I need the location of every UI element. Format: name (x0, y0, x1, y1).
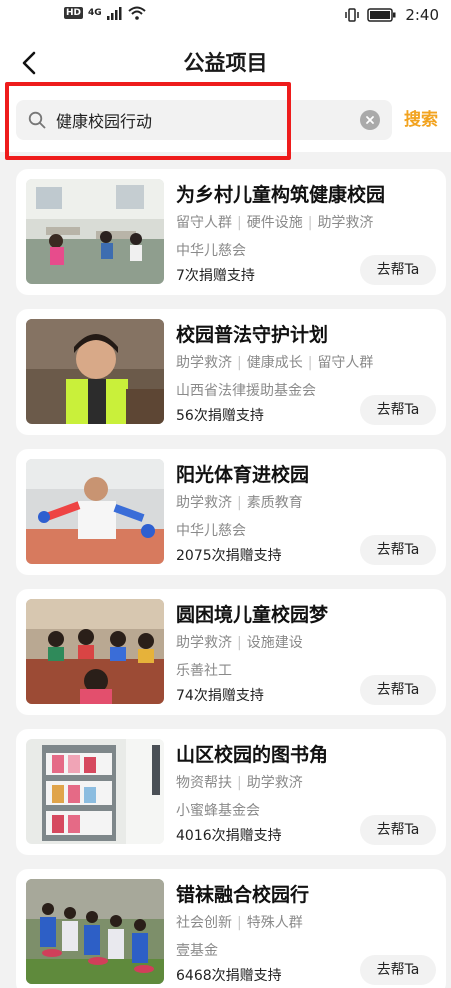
project-card[interactable]: 阳光体育进校园 助学救济 | 素质教育 中华儿慈会 2075次捐赠支持 去帮Ta (16, 449, 446, 575)
project-tags: 社会创新 | 特殊人群 (176, 913, 303, 933)
project-tags: 助学救济 | 健康成长 | 留守人群 (176, 353, 373, 373)
tag: 素质教育 (246, 495, 303, 511)
project-tags: 助学救济 | 素质教育 (176, 493, 303, 513)
project-tags: 助学救济 | 设施建设 (176, 633, 303, 653)
project-image (26, 879, 164, 984)
tag-divider: | (237, 915, 242, 931)
tag: 留守人群 (317, 355, 374, 371)
help-button[interactable]: 去帮Ta (360, 815, 436, 845)
top-area: HD 4G 2:40 公益项目 健康校园行动 搜索 (0, 0, 451, 152)
help-button[interactable]: 去帮Ta (360, 395, 436, 425)
search-button[interactable]: 搜索 (404, 108, 438, 132)
wifi-icon (128, 6, 146, 20)
help-button[interactable]: 去帮Ta (360, 535, 436, 565)
project-image (26, 319, 164, 424)
project-tags: 留守人群 | 硬件设施 | 助学救济 (176, 213, 373, 233)
status-right: 2:40 (345, 6, 439, 24)
help-button[interactable]: 去帮Ta (360, 255, 436, 285)
project-org: 山西省法律援助基金会 (176, 383, 316, 399)
clear-icon[interactable] (360, 110, 380, 130)
page-title: 公益项目 (183, 51, 268, 75)
tag-divider: | (307, 355, 313, 371)
clock: 2:40 (405, 6, 439, 24)
project-card[interactable]: 为乡村儿童构筑健康校园 留守人群 | 硬件设施 | 助学救济 中华儿慈会 7次捐赠支持 … (16, 169, 446, 295)
project-title: 山区校园的图书角 (176, 744, 329, 766)
tag: 助学救济 (176, 355, 232, 371)
search-bar[interactable] (16, 100, 392, 140)
project-card[interactable]: 校园普法守护计划 助学救济 | 健康成长 | 留守人群 山西省法律援助基金会 56次捐赠… (16, 309, 446, 435)
project-card[interactable]: 山区校园的图书角 物资帮扶 | 助学救济 小蜜蜂基金会 4016次捐赠支持 去帮Ta (16, 729, 446, 855)
tag-divider: | (237, 775, 242, 791)
search-input[interactable] (56, 100, 356, 140)
project-image (26, 459, 164, 564)
hd-badge: HD (64, 7, 84, 19)
donation-count: 56次捐赠支持 (176, 408, 264, 424)
tag: 设施建设 (246, 635, 303, 651)
tag: 助学救济 (317, 215, 374, 231)
project-org: 中华儿慈会 (176, 243, 246, 259)
help-button[interactable]: 去帮Ta (360, 675, 436, 705)
help-button[interactable]: 去帮Ta (360, 955, 436, 985)
network-label: 4G (88, 8, 102, 18)
donation-count: 4016次捐赠支持 (176, 828, 282, 844)
tag-divider: | (237, 355, 242, 371)
donation-count: 7次捐赠支持 (176, 268, 255, 284)
project-org: 乐善社工 (176, 663, 232, 679)
search-icon (28, 111, 46, 129)
tag: 助学救济 (176, 635, 232, 651)
project-title: 错袜融合校园行 (176, 884, 310, 906)
donation-count: 74次捐赠支持 (176, 688, 264, 704)
project-image (26, 179, 164, 284)
donation-count: 2075次捐赠支持 (176, 548, 282, 564)
status-bar: HD 4G 2:40 (0, 0, 451, 34)
project-title: 圆困境儿童校园梦 (176, 604, 329, 626)
tag: 健康成长 (246, 355, 303, 371)
project-card[interactable]: 圆困境儿童校园梦 助学救济 | 设施建设 乐善社工 74次捐赠支持 去帮Ta (16, 589, 446, 715)
project-image (26, 599, 164, 704)
tag-divider: | (237, 635, 242, 651)
tag-divider: | (237, 215, 242, 231)
tag: 特殊人群 (246, 915, 303, 931)
status-left: HD 4G (64, 6, 146, 20)
tag: 助学救济 (246, 775, 303, 791)
project-title: 为乡村儿童构筑健康校园 (176, 184, 386, 206)
project-title: 校园普法守护计划 (176, 324, 329, 346)
donation-count: 6468次捐赠支持 (176, 968, 282, 984)
battery-icon (367, 8, 396, 22)
project-org: 壹基金 (176, 943, 218, 959)
project-title: 阳光体育进校园 (176, 464, 310, 486)
tag: 物资帮扶 (176, 775, 232, 791)
tag-divider: | (237, 495, 242, 511)
tag: 助学救济 (176, 495, 232, 511)
tag: 社会创新 (176, 915, 232, 931)
signal-icon (106, 7, 122, 20)
tag: 硬件设施 (246, 215, 303, 231)
project-image (26, 739, 164, 844)
project-card[interactable]: 错袜融合校园行 社会创新 | 特殊人群 壹基金 6468次捐赠支持 去帮Ta (16, 869, 446, 988)
project-org: 中华儿慈会 (176, 523, 246, 539)
tag: 留守人群 (176, 215, 232, 231)
project-org: 小蜜蜂基金会 (176, 803, 260, 819)
tag-divider: | (307, 215, 313, 231)
vibrate-icon (345, 8, 360, 22)
project-tags: 物资帮扶 | 助学救济 (176, 773, 303, 793)
app-root: HD 4G 2:40 公益项目 健康校园行动 搜索 为乡村儿童构筑健康校园 留守… (0, 0, 451, 988)
